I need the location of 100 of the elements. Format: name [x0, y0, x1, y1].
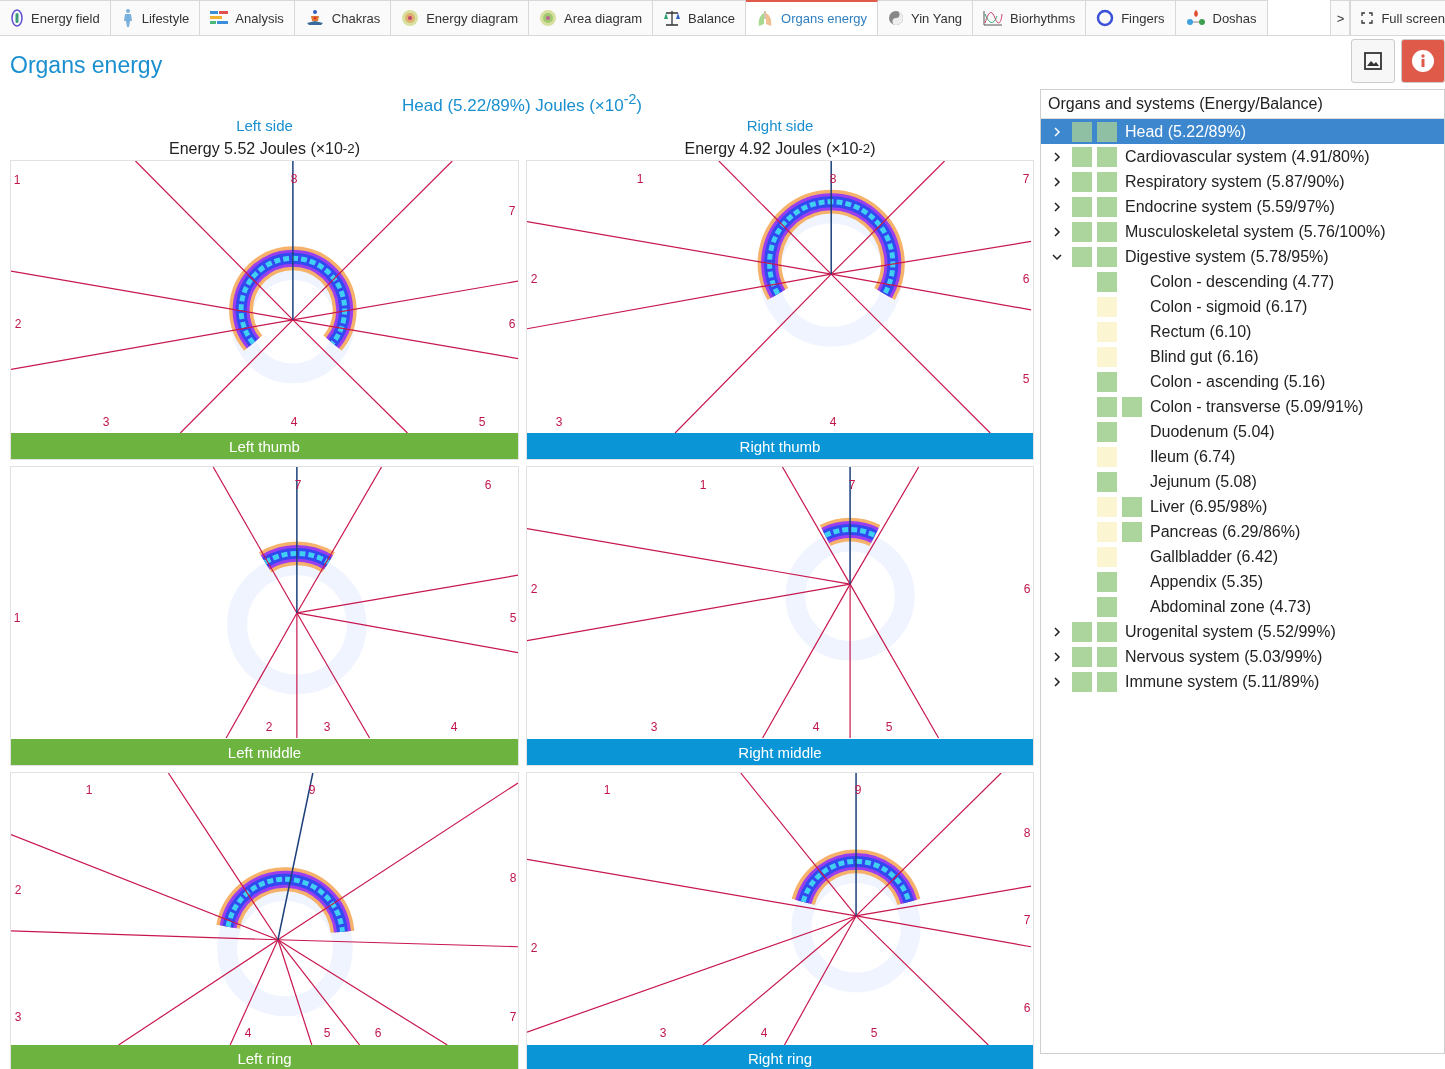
sector-number: 2	[530, 582, 538, 596]
tab-icon	[1096, 9, 1115, 27]
chevron-right-icon[interactable]	[1051, 676, 1062, 687]
sector-number: 6	[484, 478, 492, 492]
tree-item[interactable]: Colon - descending (4.77)	[1041, 269, 1444, 294]
tree-item[interactable]: Colon - transverse (5.09/91%)	[1041, 394, 1444, 419]
tree-item[interactable]: Immune system (5.11/89%)	[1041, 669, 1444, 694]
sector-number: 1	[699, 478, 707, 492]
sector-number: 6	[1023, 1001, 1031, 1015]
tree-item[interactable]: Liver (6.95/98%)	[1041, 494, 1444, 519]
tab[interactable]: Biorhythms	[973, 0, 1087, 35]
tree-item[interactable]: Rectum (6.10)	[1041, 319, 1444, 344]
sector-number: 4	[244, 1026, 252, 1040]
sector-number: 2	[265, 720, 273, 734]
sector-number: 1	[13, 611, 21, 625]
sector-number: 2	[530, 272, 538, 286]
tree-item[interactable]: Appendix (5.35)	[1041, 569, 1444, 594]
finger-caption: Left thumb	[11, 433, 518, 459]
sector-number: 4	[760, 1026, 768, 1040]
tab[interactable]: Lifestyle	[110, 0, 201, 35]
sector-number: 8	[509, 871, 517, 885]
tab[interactable]: Doshas	[1175, 0, 1268, 35]
sector-number: 6	[1023, 582, 1031, 596]
tree-item[interactable]: Urogenital system (5.52/99%)	[1041, 619, 1444, 644]
tab[interactable]: Analysis	[200, 0, 295, 35]
full-screen-icon	[1361, 12, 1374, 24]
sector-number: 6	[374, 1026, 382, 1040]
tree-item[interactable]: Jejunum (5.08)	[1041, 469, 1444, 494]
tree-item[interactable]: Digestive system (5.78/95%)	[1041, 244, 1444, 269]
sector-number: 5	[478, 415, 486, 429]
finger-caption: Left ring	[11, 1045, 518, 1069]
tree-item[interactable]: Nervous system (5.03/99%)	[1041, 644, 1444, 669]
full-screen-button[interactable]: Full screen	[1350, 0, 1445, 35]
tree-item[interactable]: Pancreas (6.29/86%)	[1041, 519, 1444, 544]
info-button[interactable]	[1401, 39, 1445, 83]
tab-icon	[539, 9, 557, 27]
sector-number: 3	[14, 1010, 22, 1024]
tab-icon	[888, 10, 904, 26]
chevron-right-icon[interactable]	[1051, 151, 1062, 162]
sector-number: 5	[323, 1026, 331, 1040]
tab[interactable]: Balance	[653, 0, 746, 35]
tree-item[interactable]: Gallbladder (6.42)	[1041, 544, 1444, 569]
tab[interactable]: Energy diagram	[391, 0, 529, 35]
tab[interactable]: Fingers	[1086, 0, 1176, 35]
chevron-right-icon[interactable]	[1051, 176, 1062, 187]
tree-item[interactable]: Endocrine system (5.59/97%)	[1041, 194, 1444, 219]
tab-icon	[401, 9, 420, 27]
sector-number: 1	[603, 783, 611, 797]
tab-icon	[663, 10, 682, 26]
sector-number: 2	[14, 317, 22, 331]
sector-number: 2	[14, 883, 22, 897]
sector-number: 5	[885, 720, 893, 734]
sector-number: 5	[509, 611, 517, 625]
tree-item[interactable]: Duodenum (5.04)	[1041, 419, 1444, 444]
tab[interactable]: Yin Yang	[878, 0, 974, 35]
tree-item[interactable]: Ileum (6.74)	[1041, 444, 1444, 469]
tab[interactable]: Energy field	[0, 0, 111, 35]
tab[interactable]: Chakras	[294, 0, 392, 35]
tab-icon	[1185, 9, 1206, 27]
tree-item[interactable]: Blind gut (6.16)	[1041, 344, 1444, 369]
tree-item[interactable]: Head (5.22/89%)	[1041, 119, 1444, 144]
tree-item[interactable]: Cardiovascular system (4.91/80%)	[1041, 144, 1444, 169]
image-button[interactable]	[1351, 39, 1395, 83]
chart-heading: Head (5.22/89%) Joules (×10$^{-2}$)	[401, 91, 643, 113]
sector-number: 6	[508, 317, 516, 331]
sector-number: 5	[1022, 372, 1030, 386]
tree-item[interactable]: Colon - ascending (5.16)	[1041, 369, 1444, 394]
tree-item[interactable]: Musculoskeletal system (5.76/100%)	[1041, 219, 1444, 244]
sector-number: 2	[530, 941, 538, 955]
tab-icon	[210, 10, 229, 26]
info-icon	[1411, 49, 1435, 73]
sector-number: 7	[509, 1010, 517, 1024]
chevron-down-icon[interactable]	[1051, 251, 1062, 262]
sector-number: 4	[290, 415, 298, 429]
tab-icon	[983, 10, 1004, 26]
sector-number: 3	[659, 1026, 667, 1040]
finger-caption: Right thumb	[527, 433, 1033, 459]
sector-number: 3	[323, 720, 331, 734]
sector-number: 7	[508, 204, 516, 218]
tree-item[interactable]: Colon - sigmoid (6.17)	[1041, 294, 1444, 319]
sector-number: 4	[829, 415, 837, 429]
sector-number: 4	[812, 720, 820, 734]
tab[interactable]: Area diagram	[529, 0, 654, 35]
chevron-right-icon[interactable]	[1051, 201, 1062, 212]
image-icon	[1363, 51, 1383, 71]
sector-number: 3	[650, 720, 658, 734]
chevron-right-icon[interactable]	[1051, 226, 1062, 237]
tree-item[interactable]: Respiratory system (5.87/90%)	[1041, 169, 1444, 194]
finger-caption: Right middle	[527, 739, 1033, 765]
sector-number: 1	[13, 173, 21, 187]
sector-number: 3	[102, 415, 110, 429]
sector-number: 1	[636, 172, 644, 186]
page-title: Organs energy	[10, 50, 164, 80]
finger-caption: Right ring	[527, 1045, 1033, 1069]
scroll-tabs-button[interactable]: >	[1330, 0, 1351, 35]
chevron-right-icon[interactable]	[1051, 651, 1062, 662]
tab[interactable]: Organs energy	[746, 0, 878, 35]
tree-item[interactable]: Abdominal zone (4.73)	[1041, 594, 1444, 619]
chevron-right-icon[interactable]	[1051, 626, 1062, 637]
tab-icon	[10, 9, 24, 27]
